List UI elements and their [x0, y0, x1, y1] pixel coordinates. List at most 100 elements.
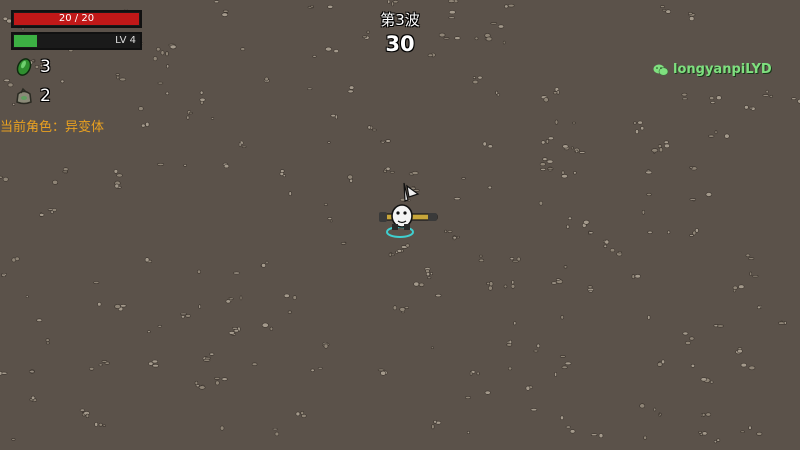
ground-pebble	[340, 241, 347, 245]
ground-pebble	[689, 228, 699, 237]
ground-pebble	[689, 166, 698, 171]
ground-pebble	[322, 341, 330, 349]
ground-pebble	[25, 295, 29, 299]
ground-pebble	[538, 200, 544, 206]
ground-pebble	[39, 212, 45, 218]
material-bag-icon	[16, 87, 32, 105]
ground-pebble	[551, 278, 563, 285]
ground-pebble	[180, 312, 191, 319]
ground-pebble	[219, 425, 225, 431]
ground-pebble	[347, 174, 353, 183]
ground-pebble	[745, 253, 755, 260]
ground-pebble	[202, 356, 211, 362]
ground-pebble	[559, 355, 566, 358]
ground-pebble	[261, 322, 274, 331]
ground-pebble	[435, 293, 442, 298]
ground-pebble	[562, 144, 574, 151]
ground-pebble	[452, 235, 460, 241]
ground-pebble	[138, 106, 144, 111]
materials-count: 3	[40, 57, 51, 77]
ground-pebble	[645, 169, 653, 175]
ground-pebble	[157, 325, 163, 328]
ground-pebble	[327, 141, 331, 144]
ground-pebble	[609, 248, 623, 257]
ground-pebble	[503, 280, 516, 289]
ground-pebble	[778, 320, 787, 325]
ground-pebble	[347, 85, 355, 94]
ground-pebble	[478, 254, 485, 263]
ground-pebble	[552, 87, 560, 95]
ground-pebble	[508, 366, 513, 371]
ground-pebble	[387, 0, 399, 7]
ground-pebble	[757, 304, 763, 310]
ground-pebble	[11, 256, 20, 263]
ground-pebble	[448, 0, 459, 3]
ground-pebble	[477, 75, 483, 80]
ground-pebble	[705, 192, 712, 197]
ground-pebble	[651, 147, 663, 154]
ground-pebble	[563, 265, 568, 269]
ground-pebble	[573, 171, 577, 175]
ground-pebble	[633, 120, 643, 125]
ground-pebble	[740, 425, 752, 433]
ground-pebble	[762, 89, 773, 98]
ground-pebble	[735, 347, 743, 355]
ground-pebble	[400, 243, 410, 249]
ground-pebble	[377, 368, 388, 376]
ground-pebble	[682, 331, 689, 336]
ground-pebble	[222, 162, 230, 169]
ground-pebble	[251, 362, 258, 366]
materials-counter: 3	[14, 56, 51, 78]
ground-pebble	[430, 346, 434, 349]
ground-pebble	[152, 56, 158, 62]
ground-pebble	[388, 252, 395, 257]
ground-pebble	[157, 162, 165, 166]
ground-pebble	[141, 121, 150, 128]
ground-pebble	[29, 395, 38, 402]
ground-pebble	[588, 230, 594, 235]
ground-pebble	[60, 79, 65, 84]
ground-pebble	[504, 3, 515, 9]
ground-pebble	[389, 171, 395, 174]
ground-pebble	[392, 305, 398, 311]
ground-pebble	[197, 269, 201, 274]
ground-pebble	[165, 91, 170, 96]
ground-pebble	[744, 105, 756, 111]
ground-pebble	[0, 371, 8, 376]
ground-pebble	[330, 113, 338, 120]
ground-pebble	[88, 366, 95, 371]
ground-pebble	[28, 369, 35, 374]
ground-pebble	[114, 180, 122, 189]
ground-pebble	[690, 363, 696, 368]
ground-pebble	[199, 90, 204, 95]
ground-pebble	[530, 408, 538, 412]
ground-pebble	[263, 76, 270, 83]
ground-pebble	[708, 130, 718, 138]
ground-pebble	[198, 304, 201, 309]
ground-pebble	[713, 438, 721, 444]
ground-pebble	[97, 302, 102, 307]
mutant-character-sprite	[379, 182, 438, 238]
ground-pebble	[233, 271, 241, 275]
ground-pebble	[93, 281, 100, 284]
ground-pebble	[288, 191, 292, 196]
ground-pebble	[647, 314, 651, 320]
ground-pebble	[272, 428, 280, 437]
ground-pebble	[52, 179, 58, 185]
ground-pebble	[560, 415, 564, 421]
ground-pebble	[209, 352, 215, 356]
ground-pebble	[572, 121, 576, 125]
ground-pebble	[295, 410, 307, 418]
ground-pebble	[157, 81, 164, 85]
ground-pebble	[260, 260, 269, 268]
ground-pebble	[643, 435, 647, 440]
ground-pebble	[495, 90, 501, 97]
ground-pebble	[148, 359, 159, 368]
ground-pebble	[525, 385, 533, 391]
ground-pebble	[444, 229, 453, 233]
ground-pebble	[413, 281, 420, 287]
ground-pebble	[45, 338, 50, 345]
ground-pebble	[639, 403, 646, 409]
ground-pebble	[98, 360, 110, 367]
ground-pebble	[635, 126, 645, 135]
